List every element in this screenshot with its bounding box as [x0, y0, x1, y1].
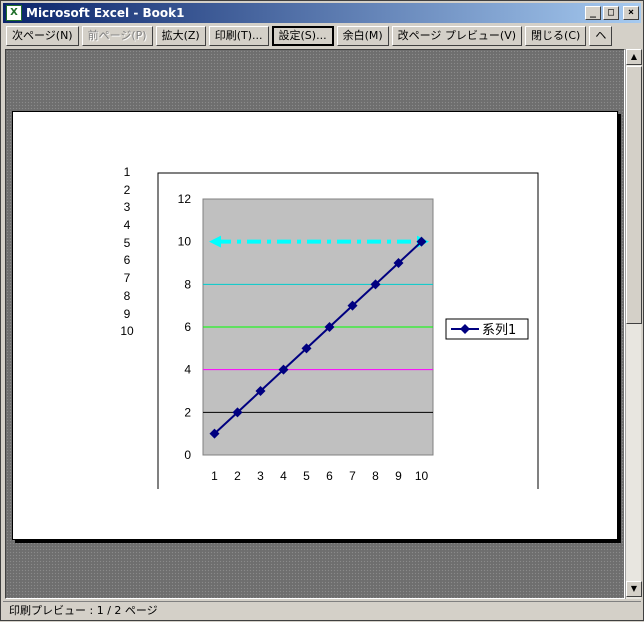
x-tick-label: 9	[395, 469, 402, 483]
x-tick-label: 5	[303, 469, 310, 483]
x-tick-label: 8	[372, 469, 379, 483]
status-text: 印刷プレビュー : 1 / 2 ページ	[9, 604, 158, 617]
y-tick-label: 12	[178, 192, 192, 206]
excel-window: X Microsoft Excel - Book1 _ □ × 次ページ(N) …	[0, 0, 644, 621]
x-tick-label: 4	[280, 469, 287, 483]
legend-label: 系列1	[482, 323, 516, 338]
line-chart: 0246810121 2 3 4 5 6 7 8 9 10系列1	[157, 172, 539, 489]
y-tick-label: 4	[184, 363, 191, 377]
y-tick-label: 6	[184, 320, 191, 334]
x-tick-label: 10	[415, 469, 429, 483]
y-tick-label: 8	[184, 277, 191, 291]
y-tick-label: 0	[184, 448, 191, 462]
x-tick-label: 7	[349, 469, 356, 483]
x-tick-label: 1	[211, 469, 218, 483]
y-tick-label: 2	[184, 405, 191, 419]
y-tick-label: 10	[178, 235, 192, 249]
x-tick-label: 3	[257, 469, 264, 483]
status-bar: 印刷プレビュー : 1 / 2 ページ	[3, 601, 641, 620]
x-tick-label: 6	[326, 469, 333, 483]
x-tick-label: 2	[234, 469, 241, 483]
